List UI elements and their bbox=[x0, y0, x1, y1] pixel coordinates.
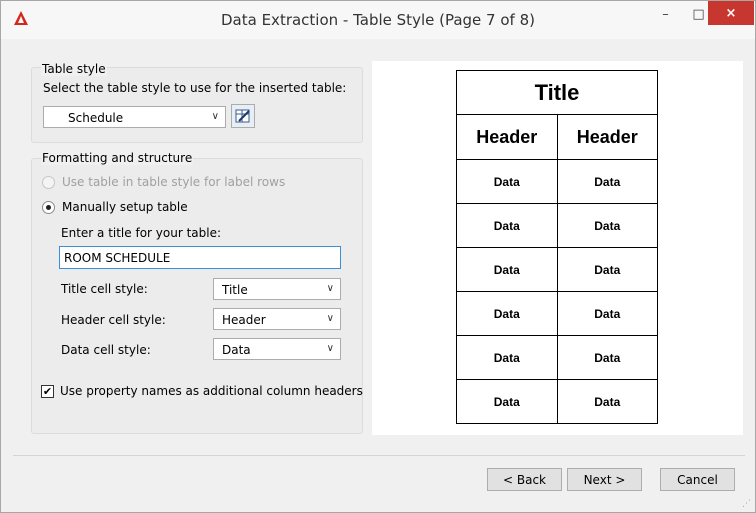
cancel-button[interactable]: Cancel bbox=[660, 468, 735, 491]
table-preview: Title Header Header Data Data Data Data … bbox=[372, 61, 743, 435]
minimize-button[interactable]: – bbox=[649, 1, 682, 27]
preview-data-cell: Data bbox=[556, 247, 658, 292]
preview-data-cell: Data bbox=[456, 203, 558, 248]
property-names-checkbox-label: Use property names as additional column … bbox=[60, 384, 363, 398]
preview-data-cell: Data bbox=[556, 291, 658, 336]
preview-data-cell: Data bbox=[456, 379, 558, 424]
preview-data-cell: Data bbox=[556, 159, 658, 204]
chevron-down-icon: ∨ bbox=[326, 313, 334, 324]
preview-table: Title Header Header Data Data Data Data … bbox=[456, 70, 658, 424]
label-rows-radio-label: Use table in table style for label rows bbox=[62, 175, 286, 189]
table-style-group-label: Table style bbox=[41, 62, 107, 76]
title-prompt-label: Enter a title for your table: bbox=[61, 226, 222, 240]
table-style-dialog-button[interactable] bbox=[231, 104, 255, 128]
close-button[interactable]: × bbox=[708, 1, 754, 25]
manual-setup-radio[interactable] bbox=[42, 201, 55, 214]
edit-table-style-icon bbox=[235, 109, 250, 123]
window-title: Data Extraction - Table Style (Page 7 of… bbox=[221, 11, 535, 29]
preview-data-row: Data Data bbox=[456, 335, 658, 380]
preview-header-cell: Header bbox=[456, 114, 558, 160]
preview-data-cell: Data bbox=[456, 159, 558, 204]
data-cell-style-value: Data bbox=[222, 343, 251, 357]
preview-data-row: Data Data bbox=[456, 379, 658, 424]
footer-divider bbox=[13, 455, 745, 456]
title-cell-style-label: Title cell style: bbox=[61, 282, 148, 296]
chevron-down-icon: ∨ bbox=[211, 111, 219, 122]
checkmark-icon: ✔ bbox=[42, 385, 53, 398]
preview-data-row: Data Data bbox=[456, 291, 658, 336]
resize-grip-icon[interactable]: ⋰ bbox=[742, 499, 751, 509]
preview-data-row: Data Data bbox=[456, 159, 658, 204]
chevron-down-icon: ∨ bbox=[326, 283, 334, 294]
preview-header-cell: Header bbox=[556, 114, 658, 160]
preview-data-cell: Data bbox=[456, 291, 558, 336]
formatting-group-label: Formatting and structure bbox=[41, 151, 194, 165]
preview-data-row: Data Data bbox=[456, 203, 658, 248]
table-style-instruction: Select the table style to use for the in… bbox=[43, 81, 347, 95]
label-rows-radio[interactable] bbox=[42, 176, 55, 189]
table-title-input[interactable]: ROOM SCHEDULE bbox=[59, 246, 341, 269]
title-bar: Data Extraction - Table Style (Page 7 of… bbox=[1, 1, 755, 39]
table-style-select[interactable]: Schedule ∨ bbox=[43, 106, 226, 128]
preview-data-row: Data Data bbox=[456, 247, 658, 292]
table-title-input-value: ROOM SCHEDULE bbox=[64, 251, 171, 265]
header-cell-style-label: Header cell style: bbox=[61, 313, 166, 327]
header-cell-style-value: Header bbox=[222, 313, 266, 327]
property-names-checkbox[interactable]: ✔ bbox=[41, 385, 54, 398]
dialog-window: Data Extraction - Table Style (Page 7 of… bbox=[0, 0, 756, 513]
back-button[interactable]: < Back bbox=[487, 468, 562, 491]
next-button[interactable]: Next > bbox=[567, 468, 642, 491]
manual-setup-radio-label: Manually setup table bbox=[62, 200, 188, 214]
table-style-group bbox=[31, 67, 363, 143]
preview-data-cell: Data bbox=[556, 335, 658, 380]
preview-data-cell: Data bbox=[456, 247, 558, 292]
table-style-select-value: Schedule bbox=[68, 111, 124, 125]
preview-data-cell: Data bbox=[556, 203, 658, 248]
chevron-down-icon: ∨ bbox=[326, 343, 334, 354]
preview-data-cell: Data bbox=[556, 379, 658, 424]
data-cell-style-select[interactable]: Data ∨ bbox=[213, 338, 341, 360]
preview-title-cell: Title bbox=[456, 70, 658, 115]
title-cell-style-select[interactable]: Title ∨ bbox=[213, 278, 341, 300]
preview-data-cell: Data bbox=[456, 335, 558, 380]
title-cell-style-value: Title bbox=[222, 283, 248, 297]
data-cell-style-label: Data cell style: bbox=[61, 343, 151, 357]
header-cell-style-select[interactable]: Header ∨ bbox=[213, 308, 341, 330]
radio-selected-dot bbox=[46, 205, 51, 210]
